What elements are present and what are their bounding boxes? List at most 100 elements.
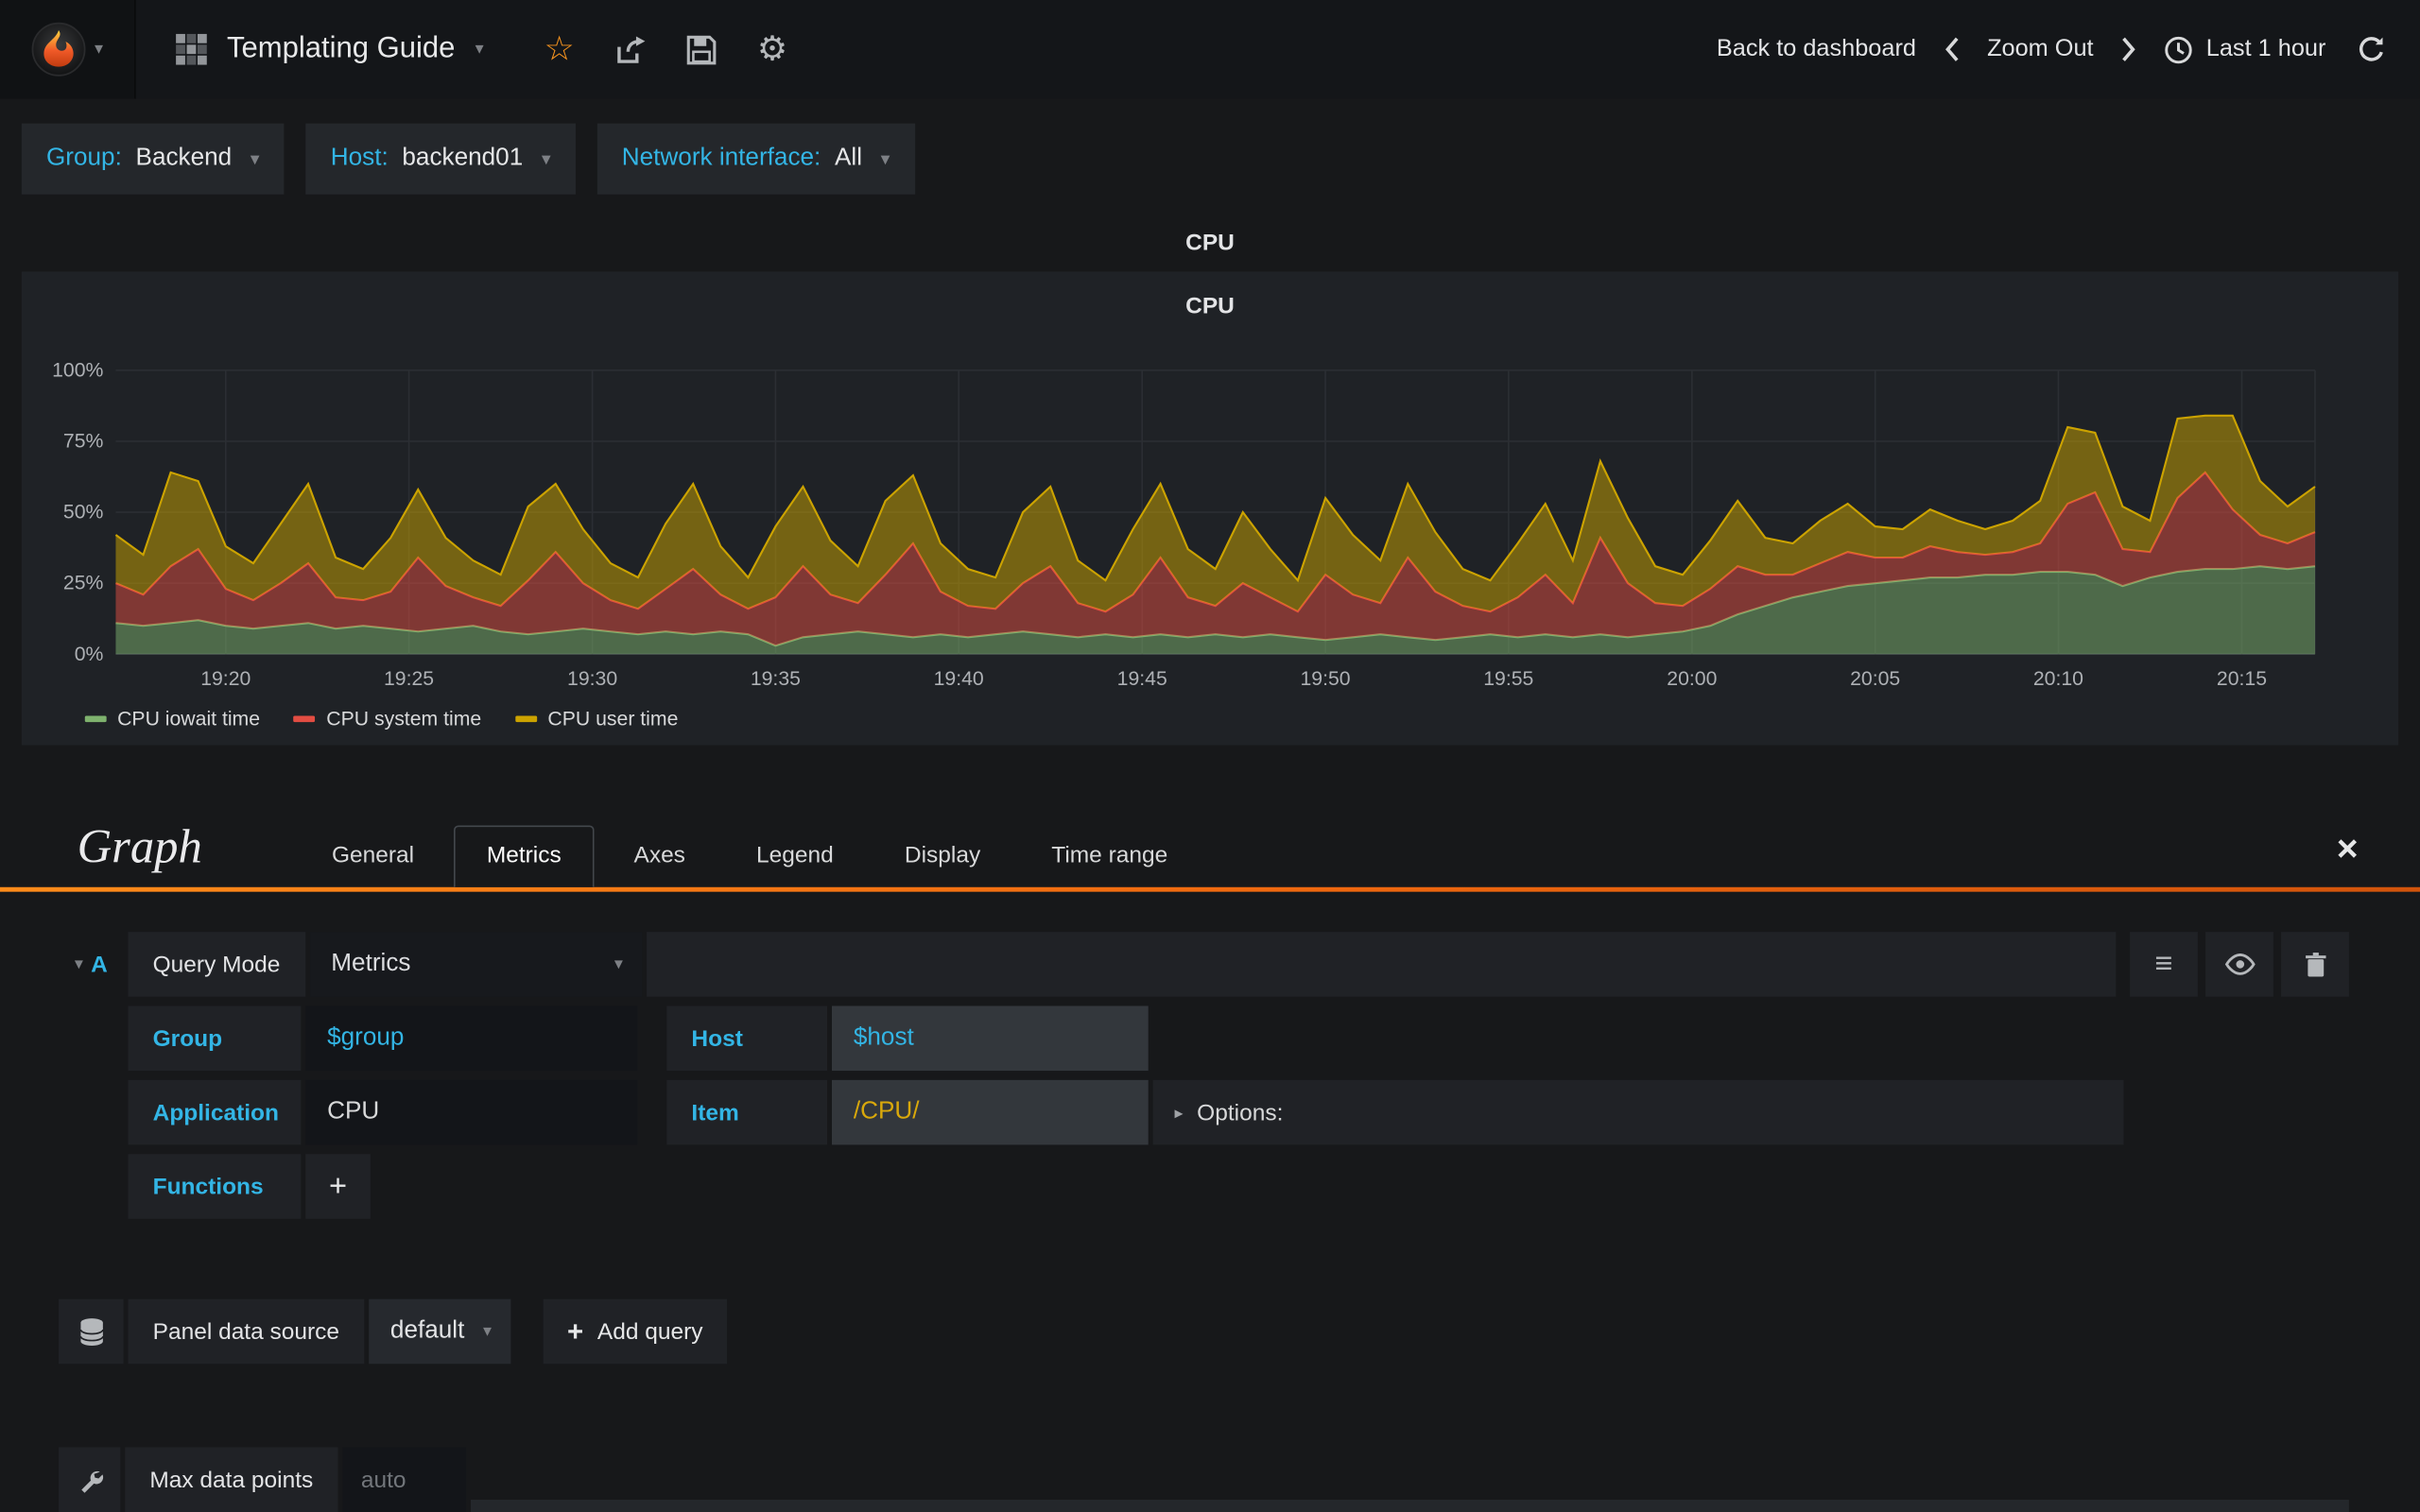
advanced-options-cell xyxy=(59,1447,121,1512)
query-group-host-row: Group Host xyxy=(128,1005,2349,1072)
host-field-label: Host xyxy=(666,1005,828,1072)
legend-series-label: CPU iowait time xyxy=(117,706,261,730)
legend-series-label: CPU user time xyxy=(547,706,679,730)
legend-series-label: CPU system time xyxy=(326,706,482,730)
caret-right-icon: ▸ xyxy=(1174,1104,1184,1123)
query-mode-select[interactable]: Metrics ▾ xyxy=(309,932,642,997)
group-field-input[interactable] xyxy=(305,1005,638,1072)
chevron-down-icon: ▾ xyxy=(482,1321,492,1340)
zoom-out-button[interactable]: Zoom Out xyxy=(1987,36,2094,63)
time-shift-back-button[interactable] xyxy=(1935,37,1969,61)
query-row-filler xyxy=(646,932,2117,997)
query-toggle-visibility-button[interactable] xyxy=(2205,932,2273,997)
legend-item[interactable]: CPU system time xyxy=(293,706,482,730)
x-axis-label: 20:05 xyxy=(1850,666,1901,690)
time-picker-button[interactable]: Last 1 hour xyxy=(2165,35,2326,64)
refresh-icon xyxy=(2360,36,2383,60)
query-delete-button[interactable] xyxy=(2281,932,2349,997)
variable-group-dropdown[interactable]: Group: Backend ▾ xyxy=(21,123,285,195)
datasource-row: Panel data source default ▾ + Add query xyxy=(59,1298,2349,1365)
datasource-select[interactable]: default ▾ xyxy=(369,1298,510,1365)
tab-metrics[interactable]: Metrics xyxy=(454,825,595,887)
item-field-label: Item xyxy=(666,1079,828,1145)
query-menu-button[interactable]: ≡ xyxy=(2130,932,2198,997)
query-row-a: ▾ A Query Mode Metrics ▾ ≡ xyxy=(59,932,2349,997)
chevron-down-icon: ▾ xyxy=(541,147,551,170)
star-dashboard-button[interactable]: ☆ xyxy=(524,0,595,98)
functions-label: Functions xyxy=(128,1154,302,1219)
plus-icon: + xyxy=(566,1314,584,1347)
gear-icon: ⚙ xyxy=(756,29,788,68)
variable-value: backend01 xyxy=(402,145,524,172)
application-field-input[interactable] xyxy=(305,1079,638,1145)
save-dashboard-button[interactable] xyxy=(666,0,736,98)
x-axis-label: 20:10 xyxy=(2032,666,2084,690)
application-field-label: Application xyxy=(128,1079,302,1145)
max-data-points-label: Max data points xyxy=(125,1447,338,1512)
navbar: ▾ Templating Guide ▾ ☆ ⚙ Back to dashboa… xyxy=(0,0,2420,99)
query-functions-row: Functions + xyxy=(128,1154,2349,1219)
query-mode-value: Metrics xyxy=(331,950,411,977)
logo-caret-icon: ▾ xyxy=(94,39,104,59)
panel-title[interactable]: CPU xyxy=(22,225,2398,262)
tab-display[interactable]: Display xyxy=(873,827,1011,887)
y-axis-label: 100% xyxy=(52,357,104,382)
query-collapse-toggle[interactable]: ▾ A xyxy=(59,932,124,997)
x-axis-label: 19:35 xyxy=(750,666,801,690)
cpu-chart[interactable] xyxy=(114,369,2316,656)
legend-item[interactable]: CPU iowait time xyxy=(84,706,261,730)
y-axis-label: 25% xyxy=(62,571,104,594)
chevron-down-icon: ▾ xyxy=(614,954,623,973)
hamburger-icon: ≡ xyxy=(2154,946,2173,981)
time-shift-forward-button[interactable] xyxy=(2112,37,2146,61)
item-field-input[interactable] xyxy=(831,1079,1149,1145)
datasource-value: default xyxy=(389,1317,465,1345)
x-axis-label: 19:30 xyxy=(567,666,618,690)
add-query-label: Add query xyxy=(596,1318,703,1345)
max-data-points-input[interactable] xyxy=(342,1447,466,1512)
grafana-logo-icon xyxy=(31,22,87,77)
dashboard-title-dropdown[interactable]: Templating Guide ▾ xyxy=(136,0,524,98)
tab-time-range[interactable]: Time range xyxy=(1021,827,1199,887)
database-icon xyxy=(78,1316,104,1346)
back-to-dashboard-link[interactable]: Back to dashboard xyxy=(1717,36,1916,63)
metrics-query-section: ▾ A Query Mode Metrics ▾ ≡ Group $group … xyxy=(0,892,2420,1512)
grafana-app: ▾ Templating Guide ▾ ☆ ⚙ Back to dashboa… xyxy=(0,0,2420,1512)
variable-label: Group: xyxy=(45,145,122,172)
host-field-input[interactable] xyxy=(831,1005,1149,1072)
time-range-label: Last 1 hour xyxy=(2205,35,2326,62)
settings-button[interactable]: ⚙ xyxy=(736,0,807,98)
tab-axes[interactable]: Axes xyxy=(603,827,717,887)
y-axis-label: 50% xyxy=(62,499,104,524)
variable-host-dropdown[interactable]: Host: backend01 ▾ xyxy=(305,123,576,195)
grafana-logo-button[interactable]: ▾ xyxy=(0,0,136,99)
query-mode-label: Query Mode xyxy=(128,932,305,997)
options-label: Options: xyxy=(1197,1099,1284,1126)
chart-plot-area[interactable]: 0% 25% 50% 75% 100% 19:20 19:25 19:30 19:35 19:40… xyxy=(52,358,2316,690)
legend-item[interactable]: CPU user time xyxy=(515,707,678,730)
collapse-caret-icon: ▾ xyxy=(74,954,83,973)
share-dashboard-button[interactable] xyxy=(595,0,666,98)
x-axis-label: 19:50 xyxy=(1300,666,1351,690)
add-function-button[interactable]: + xyxy=(305,1154,371,1219)
tab-general[interactable]: General xyxy=(301,827,444,887)
next-row-edge xyxy=(470,1499,2349,1512)
tab-legend[interactable]: Legend xyxy=(725,827,864,887)
star-icon: ☆ xyxy=(544,29,575,68)
refresh-button[interactable] xyxy=(2344,35,2395,64)
template-variables-row: Group: Backend ▾ Host: backend01 ▾ Netwo… xyxy=(0,98,2420,195)
title-caret-icon: ▾ xyxy=(475,39,484,59)
dashboard-title: Templating Guide xyxy=(226,32,456,65)
wrench-icon xyxy=(77,1467,103,1493)
share-icon xyxy=(614,35,647,64)
variable-network-interface-dropdown[interactable]: Network interface: All ▾ xyxy=(596,123,915,195)
max-data-points-row: Max data points xyxy=(59,1447,2349,1512)
panel-editor: Graph General Metrics Axes Legend Displa… xyxy=(0,813,2420,1512)
add-query-button[interactable]: + Add query xyxy=(542,1298,728,1365)
x-axis-label: 19:40 xyxy=(933,666,984,690)
legend-series-color xyxy=(515,714,537,722)
close-editor-button[interactable]: × xyxy=(2337,831,2359,868)
chart-legend: CPU iowait time CPU system time CPU user t… xyxy=(84,706,2398,730)
variable-label: Host: xyxy=(330,145,389,172)
options-toggle[interactable]: ▸ Options: xyxy=(1152,1079,2124,1145)
